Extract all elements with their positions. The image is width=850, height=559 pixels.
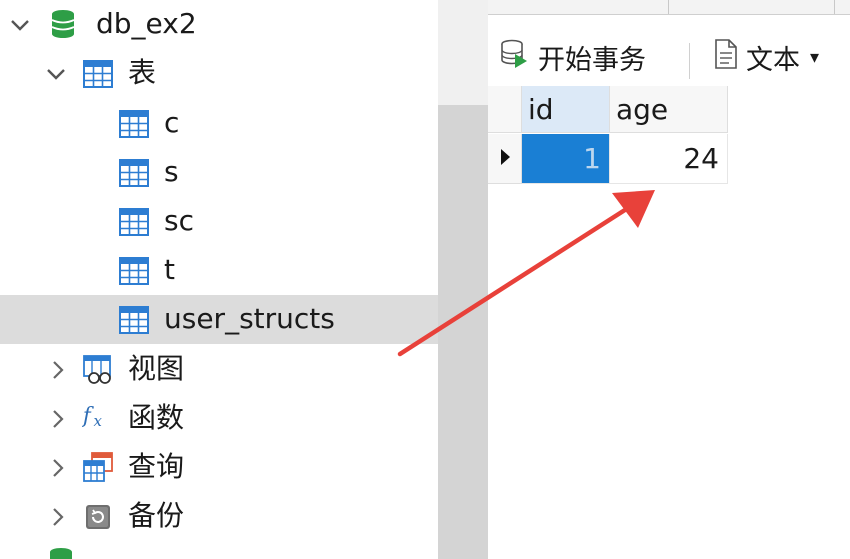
tree-item-label: db_ex2 [96, 7, 197, 40]
view-icon [83, 355, 113, 385]
text-view-button[interactable]: 文本 ▾ [714, 37, 819, 77]
table-icon [119, 256, 149, 286]
tree-item-label: c [164, 106, 180, 139]
tree-item-table-selected[interactable]: user_structs [0, 295, 438, 344]
table-cell-id[interactable]: 1 [522, 134, 610, 184]
column-header-id[interactable]: id [522, 86, 610, 133]
navigation-tree: db_ex2 表 c s sc t user_structs 视图 f x 函数… [0, 0, 438, 559]
function-icon: f x [82, 402, 112, 432]
table-icon [119, 207, 149, 237]
data-viewer: 开始事务 文本 ▾ id age 1 24 [488, 0, 850, 559]
tree-item-label: sc [164, 204, 194, 237]
tree-item-database[interactable]: db_ex2 [0, 0, 438, 49]
tree-item-queries[interactable]: 查询 [0, 443, 438, 492]
tab-strip [488, 0, 850, 15]
tree-item-label: 视图 [128, 352, 185, 385]
row-selector[interactable] [488, 134, 522, 184]
tree-item-label: 函数 [128, 401, 185, 434]
tree-item-label: 查询 [128, 450, 185, 483]
begin-transaction-label: 开始事务 [538, 44, 646, 76]
tree-item-table[interactable]: s [0, 148, 438, 197]
splitter-top [438, 0, 488, 105]
current-row-indicator-icon [499, 148, 511, 170]
tree-item-label: s [164, 155, 179, 188]
table-icon [119, 109, 149, 139]
chevron-down-icon[interactable] [8, 13, 32, 37]
tree-item-views[interactable]: 视图 [0, 345, 438, 394]
begin-transaction-button[interactable]: 开始事务 [500, 37, 646, 77]
tree-item-label: t [164, 253, 175, 286]
dropdown-caret-icon[interactable]: ▾ [810, 47, 819, 68]
database-icon [48, 546, 78, 559]
svg-text:x: x [93, 412, 102, 430]
column-header-age[interactable]: age [610, 86, 728, 133]
backup-icon [83, 502, 113, 532]
table-icon [119, 158, 149, 188]
transaction-icon [500, 39, 530, 76]
table-cell-age[interactable]: 24 [610, 134, 728, 184]
chevron-right-icon[interactable] [46, 505, 70, 529]
tree-item-backups[interactable]: 备份 [0, 492, 438, 541]
chevron-right-icon[interactable] [46, 456, 70, 480]
tree-item-label: 表 [128, 56, 157, 89]
pane-splitter[interactable] [438, 105, 488, 559]
table-icon [83, 59, 113, 89]
svg-text:f: f [82, 402, 94, 427]
tree-item-label: 备份 [128, 499, 185, 532]
grid-corner [488, 86, 522, 133]
tree-item-table[interactable]: sc [0, 197, 438, 246]
database-icon [48, 9, 78, 39]
tree-item-table[interactable]: c [0, 99, 438, 148]
tree-item-table[interactable]: t [0, 246, 438, 295]
document-icon [714, 38, 738, 76]
text-view-label: 文本 [746, 44, 800, 76]
tree-item-label: user_structs [164, 302, 335, 335]
table-icon [119, 305, 149, 335]
toolbar: 开始事务 文本 ▾ [488, 15, 850, 93]
chevron-down-icon[interactable] [44, 62, 68, 86]
tree-item-tables[interactable]: 表 [0, 49, 438, 98]
chevron-right-icon[interactable] [46, 407, 70, 431]
chevron-right-icon[interactable] [46, 358, 70, 382]
query-icon [83, 452, 113, 482]
tree-item-functions[interactable]: f x 函数 [0, 394, 438, 443]
